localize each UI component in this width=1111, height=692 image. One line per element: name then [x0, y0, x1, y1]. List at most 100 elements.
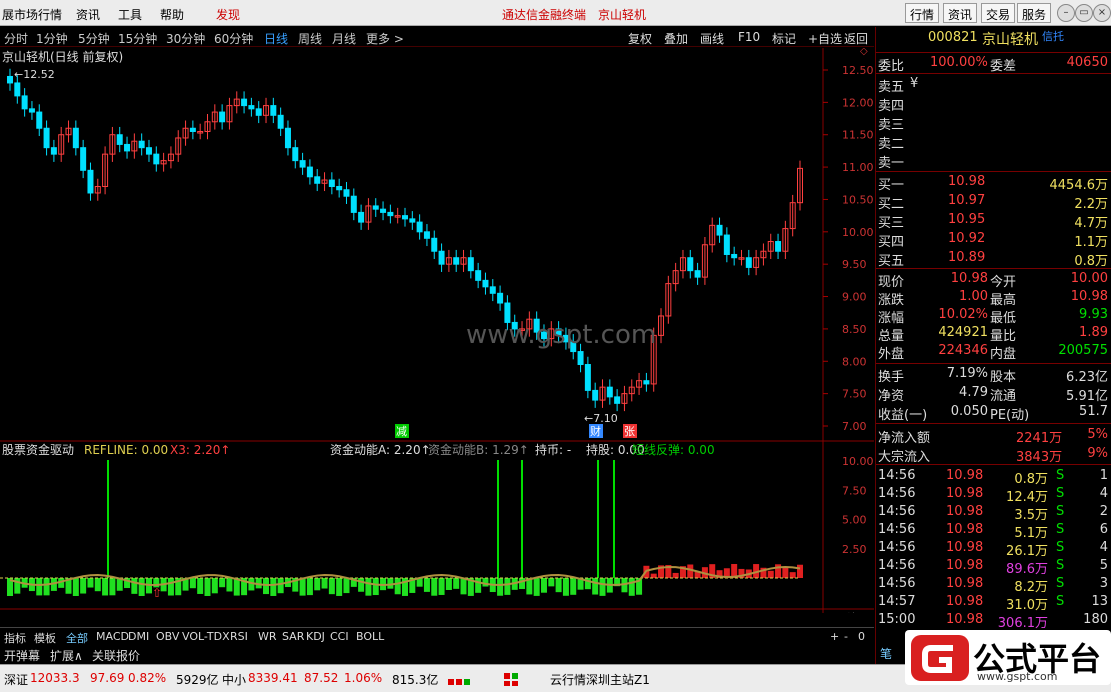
ytick-label: 8.50 [842, 323, 867, 336]
period-4[interactable]: 30分钟 [166, 30, 205, 47]
tick-row[interactable]: 14:56 10.98 3.5万 S 2 [876, 503, 1111, 523]
candle-body [116, 134, 123, 145]
toolbar-right-0[interactable]: 复权 [628, 30, 652, 47]
toolbar-right-5[interactable]: +自选 [808, 30, 842, 47]
candle-body [482, 279, 489, 288]
zoom-button-1[interactable]: - [844, 630, 848, 643]
period-5[interactable]: 60分钟 [214, 30, 253, 47]
news-button[interactable]: 资讯 [943, 3, 978, 23]
trust-tag[interactable]: 信托 [1042, 28, 1064, 44]
indicator-tab-6[interactable]: VOL-TDX [182, 630, 230, 643]
menu-market[interactable]: 展市场行情 [2, 6, 62, 23]
indicator-tab-2[interactable]: 全部 [66, 630, 88, 646]
stat2-label: 换手 [878, 370, 905, 385]
ytick-label: 11.50 [842, 129, 874, 142]
indicator-tab-1[interactable]: 模板 [34, 630, 56, 646]
candle-body [138, 140, 145, 149]
menu-news[interactable]: 资讯 [76, 6, 100, 23]
ind-bar [562, 578, 569, 596]
period-6[interactable]: 日线 [264, 30, 288, 47]
tick-row[interactable]: 14:56 10.98 12.4万 S 4 [876, 485, 1111, 505]
tick-row[interactable]: 14:56 10.98 26.1万 S 4 [876, 539, 1111, 559]
indicator-tab-7[interactable]: RSI [230, 630, 248, 643]
tick-row[interactable]: 14:56 10.98 0.8万 S 1 [876, 467, 1111, 487]
period-1[interactable]: 1分钟 [36, 30, 68, 47]
tick-count: 180 [1083, 612, 1108, 627]
sz-change: 97.69 [90, 671, 125, 685]
indicator-a: 资金动能A: 2.20↑ [330, 442, 431, 457]
ind-bar [87, 578, 94, 588]
candle-body [50, 147, 57, 155]
candle-body [72, 127, 79, 149]
candle-body [43, 127, 50, 149]
sell-row: 卖三 [876, 113, 1111, 133]
minimize-icon[interactable]: – [1057, 4, 1075, 22]
ind-bar [277, 578, 284, 594]
ind-bar [321, 578, 328, 589]
tick-side: S [1056, 504, 1065, 519]
indicator-tab-5[interactable]: OBV [156, 630, 179, 643]
indicator-tab-12[interactable]: BOLL [356, 630, 384, 643]
zx-amount: 815.3亿 [392, 673, 439, 687]
indicator-tab-11[interactable]: CCI [330, 630, 349, 643]
service-button[interactable]: 服务 [1017, 3, 1052, 23]
maximize-icon[interactable]: ▭ [1075, 4, 1093, 22]
stat2-value: 4.79 [959, 385, 988, 400]
toolbar-right-1[interactable]: 叠加 [664, 30, 688, 47]
candle-body [28, 108, 35, 113]
indicator-tab-8[interactable]: WR [258, 630, 277, 643]
tick-time: 15:00 [878, 612, 916, 627]
sub-tab-1[interactable]: 扩展∧ [50, 647, 83, 664]
indicator-tab-3[interactable]: MACD [96, 630, 129, 643]
period-9[interactable]: 更多 > [366, 30, 404, 47]
period-8[interactable]: 月线 [332, 30, 356, 47]
side-tab[interactable]: 笔 [880, 645, 892, 662]
menu-help[interactable]: 帮助 [160, 6, 184, 23]
brand-g-icon [911, 635, 969, 681]
ytick-label: 12.50 [842, 64, 874, 77]
zoom-button-2[interactable]: 0 [858, 630, 865, 643]
indicator-tab-4[interactable]: DMI [128, 630, 149, 643]
period-3[interactable]: 15分钟 [118, 30, 157, 47]
ind-bar [306, 578, 313, 596]
menu-tools[interactable]: 工具 [118, 6, 142, 23]
period-2[interactable]: 5分钟 [78, 30, 110, 47]
indicator-tab-10[interactable]: KDJ [306, 630, 325, 643]
tick-row[interactable]: 14:56 10.98 5.1万 S 6 [876, 521, 1111, 541]
divider [876, 464, 1111, 465]
quote-button[interactable]: 行情 [905, 3, 940, 23]
period-7[interactable]: 周线 [298, 30, 322, 47]
kline-chart[interactable]: 12.50 12.00 11.50 11.00 10.50 10.00 9.50 9.00 8.… [0, 48, 874, 613]
sub-tab-0[interactable]: 开弹幕 [4, 647, 40, 664]
ind-ytick-label: 2.50 [842, 543, 867, 556]
close-icon[interactable]: × [1093, 4, 1111, 22]
toolbar-right-3[interactable]: F10 [738, 30, 760, 44]
tick-time: 14:56 [878, 504, 916, 519]
ind-bar [138, 578, 145, 596]
ind-bar [497, 578, 504, 596]
candle-body [577, 351, 584, 366]
candle-body [80, 147, 87, 171]
period-0[interactable]: 分时 [4, 30, 28, 47]
market-bars-icon [448, 673, 518, 686]
toolbar-right-2[interactable]: 画线 [700, 30, 724, 47]
indicator-tab-0[interactable]: 指标 [4, 630, 26, 646]
tick-row[interactable]: 15:00 10.98 306.1万 180 [876, 611, 1111, 631]
menu-discover[interactable]: 发现 [216, 6, 240, 23]
toolbar-right-6[interactable]: 返回 [844, 30, 868, 47]
stat2-value2: 51.7 [1079, 404, 1108, 419]
high-label: ←12.52 [14, 68, 55, 81]
buy-volume: 1.1万 [1074, 235, 1108, 250]
tick-row[interactable]: 14:57 10.98 31.0万 S 13 [876, 593, 1111, 613]
sell-row: 卖二 [876, 132, 1111, 152]
zoom-button-0[interactable]: + [830, 630, 839, 643]
toolbar-right-4[interactable]: 标记 [772, 30, 796, 47]
buy-volume: 4.7万 [1074, 216, 1108, 231]
sub-tab-2[interactable]: 关联报价 [92, 647, 140, 664]
indicator-tab-9[interactable]: SAR [282, 630, 304, 643]
tick-row[interactable]: 14:56 10.98 8.2万 S 3 [876, 575, 1111, 595]
trade-button[interactable]: 交易 [981, 3, 1016, 23]
stat2-value: 7.19% [946, 366, 988, 381]
tick-row[interactable]: 14:56 10.98 89.6万 S 5 [876, 557, 1111, 577]
diamond-icon[interactable]: ◇ [860, 48, 868, 57]
